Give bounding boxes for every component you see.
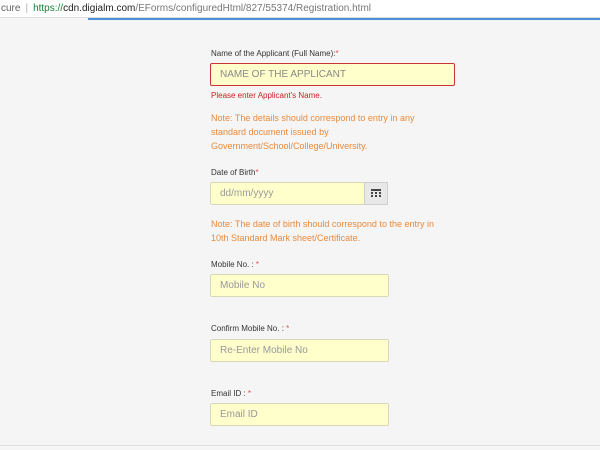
email-label: Email ID : * (211, 389, 252, 398)
bottom-divider (0, 445, 600, 446)
dob-label: Date of Birth* (211, 168, 259, 177)
calendar-icon (371, 189, 381, 197)
applicant-name-label: Name of the Applicant (Full Name):* (211, 49, 339, 58)
confirm-mobile-label: Confirm Mobile No. : * (211, 324, 290, 333)
required-mark: * (286, 324, 290, 333)
required-mark: * (255, 260, 260, 269)
applicant-name-error: Please enter Applicant's Name. (211, 91, 322, 100)
mobile-input[interactable] (210, 274, 389, 297)
required-mark: * (335, 49, 339, 58)
confirm-mobile-input[interactable] (210, 339, 389, 362)
calendar-button[interactable] (364, 182, 388, 205)
dob-note: Note: The date of birth should correspon… (211, 219, 434, 243)
email-input[interactable] (210, 403, 389, 426)
required-mark: * (255, 168, 259, 177)
applicant-name-note: Note: The details should correspond to e… (211, 113, 415, 151)
mobile-label: Mobile No. : * (211, 260, 260, 269)
required-mark: * (247, 389, 252, 398)
registration-form: Name of the Applicant (Full Name):* Plea… (0, 0, 600, 450)
applicant-name-input[interactable] (210, 63, 455, 86)
dob-input[interactable] (210, 182, 365, 205)
